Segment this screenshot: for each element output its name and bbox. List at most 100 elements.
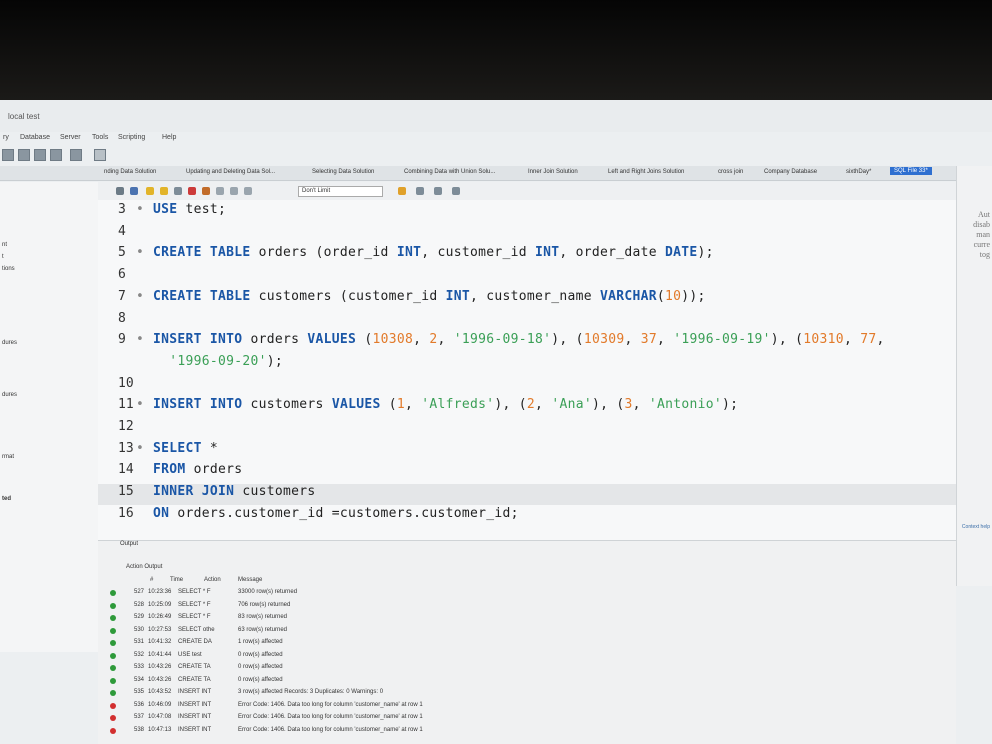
sidebar-item[interactable]: t xyxy=(2,254,4,260)
context-help-tab[interactable]: Context help xyxy=(962,524,990,530)
stop-icon[interactable] xyxy=(188,187,196,195)
code-line[interactable]: 10 xyxy=(98,376,956,397)
output-num: 538 xyxy=(134,726,145,733)
limit-select[interactable]: Don't Limit xyxy=(298,186,383,197)
output-row[interactable]: 529 10:26:49 SELECT * F 83 row(s) returned xyxy=(108,613,948,624)
wrap-icon[interactable] xyxy=(452,187,460,195)
output-row[interactable]: 536 10:46:09 INSERT INT Error Code: 1406. D… xyxy=(108,701,948,712)
commit-icon[interactable] xyxy=(216,187,224,195)
sql-open-icon[interactable] xyxy=(18,149,30,161)
help-text: man xyxy=(976,230,990,239)
code-text: SELECT * xyxy=(153,441,218,456)
output-row[interactable]: 531 10:41:32 CREATE DA 1 row(s) affected xyxy=(108,638,948,649)
tab-selecting-data[interactable]: Selecting Data Solution xyxy=(312,169,374,175)
sidebar-item[interactable]: rmat xyxy=(2,454,14,460)
code-line[interactable]: 8 xyxy=(98,311,956,332)
tab-sql-file-active[interactable]: SQL File 33* xyxy=(890,167,932,175)
output-action: CREATE DA xyxy=(178,639,212,645)
open-file-icon[interactable] xyxy=(116,187,124,195)
col-header-message: Message xyxy=(238,577,263,583)
error-icon xyxy=(110,715,116,721)
code-line[interactable]: 12 xyxy=(98,419,956,440)
menu-help[interactable]: Help xyxy=(162,134,176,141)
sidebar-item[interactable]: dures xyxy=(2,340,17,346)
code-line[interactable]: 5 • CREATE TABLE orders (order_id INT, cus… xyxy=(98,245,956,266)
output-row[interactable]: 534 10:43:26 CREATE TA 0 row(s) affected xyxy=(108,676,948,687)
code-line[interactable]: 14 FROM orders xyxy=(98,462,956,483)
schema-icon[interactable] xyxy=(34,149,46,161)
tab-left-right-joins[interactable]: Left and Right Joins Solution xyxy=(608,169,684,175)
menu-server[interactable]: Server xyxy=(60,134,81,141)
menu-scripting[interactable]: Scripting xyxy=(118,134,145,141)
output-row[interactable]: 537 10:47:08 INSERT INT Error Code: 1406. D… xyxy=(108,713,948,724)
code-line[interactable]: 3 • USE test; xyxy=(98,202,956,223)
rollback-icon[interactable] xyxy=(230,187,238,195)
settings-icon[interactable] xyxy=(94,149,106,161)
code-token: INT xyxy=(534,245,560,261)
search-icon[interactable] xyxy=(70,149,82,161)
code-token: customers xyxy=(234,484,316,500)
execute-current-icon[interactable] xyxy=(160,187,168,195)
tab-cross-join[interactable]: cross join xyxy=(718,169,743,175)
help-text: tog xyxy=(979,250,990,259)
invisible-chars-icon[interactable] xyxy=(434,187,442,195)
output-row[interactable]: 532 10:41:44 USE test 0 row(s) affected xyxy=(108,651,948,662)
code-line[interactable]: 16 ON orders.customer_id =customers.custo… xyxy=(98,506,956,527)
code-token: ( xyxy=(380,397,397,413)
output-num: 529 xyxy=(134,614,145,620)
tab-company-database[interactable]: Company Database xyxy=(764,169,817,175)
tab-updating-deleting[interactable]: Updating and Deleting Data Sol... xyxy=(186,169,275,175)
tab-combining-union[interactable]: Combining Data with Union Solu... xyxy=(404,169,495,175)
code-line[interactable]: 13 • SELECT * xyxy=(98,441,956,462)
code-line[interactable]: 15 INNER JOIN customers xyxy=(98,484,956,506)
col-header-action: Action xyxy=(204,577,221,583)
output-action: CREATE TA xyxy=(178,676,211,683)
tab-sixthday[interactable]: sixthDay* xyxy=(846,169,871,175)
explain-icon[interactable] xyxy=(174,187,182,195)
help-text: disab xyxy=(973,220,990,229)
toggle-icon[interactable] xyxy=(202,187,210,195)
sql-editor[interactable]: 3 • USE test; 4 5 • CREATE TABLE orders (order… xyxy=(98,200,956,540)
code-line[interactable]: '1996-09-20'); xyxy=(98,354,956,375)
help-text: Aut xyxy=(978,210,990,219)
output-num: 528 xyxy=(134,601,145,608)
code-token: orders (order_id xyxy=(250,245,397,261)
code-line[interactable]: 9 • INSERT INTO orders VALUES (10308, 2, '… xyxy=(98,332,956,353)
output-row[interactable]: 530 10:27:53 SELECT othe 63 row(s) returned xyxy=(108,626,948,637)
find-icon[interactable] xyxy=(416,187,424,195)
output-num: 530 xyxy=(134,626,145,633)
sidebar-item[interactable]: tions xyxy=(2,266,15,272)
tab-adding-data[interactable]: nding Data Solution xyxy=(104,169,156,175)
tab-inner-join[interactable]: Inner Join Solution xyxy=(528,169,578,175)
output-row[interactable]: 528 10:25:09 SELECT * F 706 row(s) returned xyxy=(108,601,948,612)
autocommit-icon[interactable] xyxy=(244,187,252,195)
code-text: INNER JOIN customers xyxy=(153,484,316,499)
code-line[interactable]: 6 xyxy=(98,267,956,288)
code-line[interactable]: 7 • CREATE TABLE customers (customer_id IN… xyxy=(98,289,956,310)
output-row[interactable]: 538 10:47:13 INSERT INT Error Code: 1406. D… xyxy=(108,726,948,737)
menu-tools[interactable]: Tools xyxy=(92,134,108,141)
beautify-icon[interactable] xyxy=(398,187,406,195)
menu-database[interactable]: Database xyxy=(20,134,50,141)
action-output-select[interactable]: Action Output xyxy=(126,564,162,570)
output-time: 10:43:26 xyxy=(148,664,172,670)
output-message: 0 row(s) affected xyxy=(238,664,283,670)
output-row[interactable]: 527 10:23:36 SELECT * F 33000 row(s) return… xyxy=(108,588,948,599)
code-token: , xyxy=(535,397,552,413)
code-token: VALUES xyxy=(331,397,381,413)
menu-query[interactable]: ry xyxy=(3,134,9,141)
code-token: , customer_name xyxy=(469,288,600,304)
code-token: 10309 xyxy=(583,332,625,348)
save-icon[interactable] xyxy=(130,187,138,195)
output-row[interactable]: 535 10:43:52 INSERT INT 3 row(s) affected R… xyxy=(108,688,948,699)
code-line[interactable]: 11 • INSERT INTO customers VALUES (1, 'Alf… xyxy=(98,397,956,418)
line-number: 16 xyxy=(118,505,134,521)
sql-new-icon[interactable] xyxy=(2,149,14,161)
code-line[interactable]: 4 xyxy=(98,224,956,245)
sidebar-item[interactable]: ted xyxy=(2,496,11,502)
output-row[interactable]: 533 10:43:26 CREATE TA 0 row(s) affected xyxy=(108,663,948,674)
sidebar-item[interactable]: dures xyxy=(2,392,17,398)
execute-icon[interactable] xyxy=(146,187,154,195)
table-icon[interactable] xyxy=(50,149,62,161)
sidebar-item[interactable]: nt xyxy=(2,242,7,248)
